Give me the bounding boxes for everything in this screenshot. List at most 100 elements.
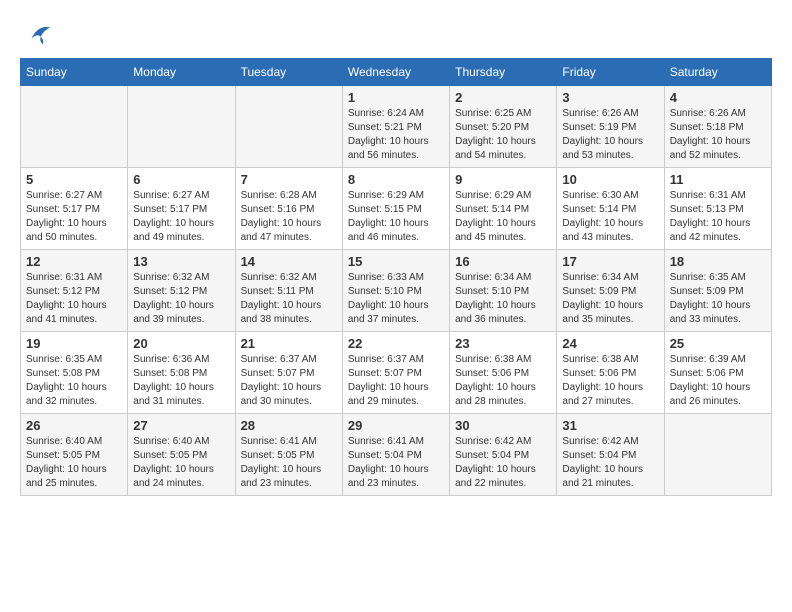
day-info: Sunrise: 6:24 AM Sunset: 5:21 PM Dayligh… <box>348 107 444 163</box>
calendar-cell: 17 Sunrise: 6:34 AM Sunset: 5:09 PM Dayli… <box>557 250 664 332</box>
day-info: Sunrise: 6:26 AM Sunset: 5:19 PM Dayligh… <box>562 107 658 163</box>
day-info: Sunrise: 6:38 AM Sunset: 5:06 PM Dayligh… <box>562 353 658 409</box>
header-day-tuesday: Tuesday <box>235 59 342 86</box>
calendar-cell: 3 Sunrise: 6:26 AM Sunset: 5:19 PM Daylig… <box>557 86 664 168</box>
day-number: 16 <box>455 254 551 269</box>
day-info: Sunrise: 6:40 AM Sunset: 5:05 PM Dayligh… <box>133 435 229 491</box>
calendar-week-row: 5 Sunrise: 6:27 AM Sunset: 5:17 PM Daylig… <box>21 168 772 250</box>
calendar-table: SundayMondayTuesdayWednesdayThursdayFrid… <box>20 58 772 496</box>
day-info: Sunrise: 6:41 AM Sunset: 5:04 PM Dayligh… <box>348 435 444 491</box>
day-info: Sunrise: 6:34 AM Sunset: 5:10 PM Dayligh… <box>455 271 551 327</box>
calendar-cell <box>128 86 235 168</box>
day-info: Sunrise: 6:29 AM Sunset: 5:14 PM Dayligh… <box>455 189 551 245</box>
day-number: 4 <box>670 90 766 105</box>
day-number: 15 <box>348 254 444 269</box>
day-number: 28 <box>241 418 337 433</box>
calendar-cell: 26 Sunrise: 6:40 AM Sunset: 5:05 PM Dayli… <box>21 414 128 496</box>
calendar-cell: 24 Sunrise: 6:38 AM Sunset: 5:06 PM Dayli… <box>557 332 664 414</box>
day-number: 7 <box>241 172 337 187</box>
day-info: Sunrise: 6:41 AM Sunset: 5:05 PM Dayligh… <box>241 435 337 491</box>
day-info: Sunrise: 6:40 AM Sunset: 5:05 PM Dayligh… <box>26 435 122 491</box>
day-info: Sunrise: 6:34 AM Sunset: 5:09 PM Dayligh… <box>562 271 658 327</box>
day-number: 1 <box>348 90 444 105</box>
header-day-sunday: Sunday <box>21 59 128 86</box>
calendar-header-row: SundayMondayTuesdayWednesdayThursdayFrid… <box>21 59 772 86</box>
header-day-monday: Monday <box>128 59 235 86</box>
calendar-week-row: 12 Sunrise: 6:31 AM Sunset: 5:12 PM Dayli… <box>21 250 772 332</box>
day-number: 8 <box>348 172 444 187</box>
calendar-cell: 11 Sunrise: 6:31 AM Sunset: 5:13 PM Dayli… <box>664 168 771 250</box>
day-info: Sunrise: 6:35 AM Sunset: 5:08 PM Dayligh… <box>26 353 122 409</box>
calendar-week-row: 26 Sunrise: 6:40 AM Sunset: 5:05 PM Dayli… <box>21 414 772 496</box>
calendar-cell: 13 Sunrise: 6:32 AM Sunset: 5:12 PM Dayli… <box>128 250 235 332</box>
day-number: 21 <box>241 336 337 351</box>
calendar-cell: 9 Sunrise: 6:29 AM Sunset: 5:14 PM Daylig… <box>450 168 557 250</box>
day-info: Sunrise: 6:38 AM Sunset: 5:06 PM Dayligh… <box>455 353 551 409</box>
calendar-week-row: 19Sunrise: 6:35 AM Sunset: 5:08 PM Dayli… <box>21 332 772 414</box>
calendar-cell: 16 Sunrise: 6:34 AM Sunset: 5:10 PM Dayli… <box>450 250 557 332</box>
calendar-cell <box>235 86 342 168</box>
calendar-cell: 6 Sunrise: 6:27 AM Sunset: 5:17 PM Daylig… <box>128 168 235 250</box>
calendar-cell: 30Sunrise: 6:42 AM Sunset: 5:04 PM Dayli… <box>450 414 557 496</box>
page-header <box>20 20 772 48</box>
calendar-cell: 21 Sunrise: 6:37 AM Sunset: 5:07 PM Dayli… <box>235 332 342 414</box>
day-info: Sunrise: 6:37 AM Sunset: 5:07 PM Dayligh… <box>241 353 337 409</box>
day-info: Sunrise: 6:31 AM Sunset: 5:12 PM Dayligh… <box>26 271 122 327</box>
day-info: Sunrise: 6:39 AM Sunset: 5:06 PM Dayligh… <box>670 353 766 409</box>
calendar-cell: 1 Sunrise: 6:24 AM Sunset: 5:21 PM Daylig… <box>342 86 449 168</box>
day-number: 18 <box>670 254 766 269</box>
header-day-thursday: Thursday <box>450 59 557 86</box>
day-info: Sunrise: 6:26 AM Sunset: 5:18 PM Dayligh… <box>670 107 766 163</box>
calendar-cell: 19Sunrise: 6:35 AM Sunset: 5:08 PM Dayli… <box>21 332 128 414</box>
calendar-cell: 31Sunrise: 6:42 AM Sunset: 5:04 PM Dayli… <box>557 414 664 496</box>
day-number: 9 <box>455 172 551 187</box>
calendar-cell: 15 Sunrise: 6:33 AM Sunset: 5:10 PM Dayli… <box>342 250 449 332</box>
day-info: Sunrise: 6:29 AM Sunset: 5:15 PM Dayligh… <box>348 189 444 245</box>
header-day-wednesday: Wednesday <box>342 59 449 86</box>
calendar-cell: 2Sunrise: 6:25 AM Sunset: 5:20 PM Daylig… <box>450 86 557 168</box>
day-info: Sunrise: 6:27 AM Sunset: 5:17 PM Dayligh… <box>133 189 229 245</box>
calendar-cell: 23 Sunrise: 6:38 AM Sunset: 5:06 PM Dayli… <box>450 332 557 414</box>
calendar-cell: 8 Sunrise: 6:29 AM Sunset: 5:15 PM Daylig… <box>342 168 449 250</box>
day-number: 2 <box>455 90 551 105</box>
calendar-cell: 5Sunrise: 6:27 AM Sunset: 5:17 PM Daylig… <box>21 168 128 250</box>
day-number: 17 <box>562 254 658 269</box>
calendar-cell: 12 Sunrise: 6:31 AM Sunset: 5:12 PM Dayli… <box>21 250 128 332</box>
day-info: Sunrise: 6:37 AM Sunset: 5:07 PM Dayligh… <box>348 353 444 409</box>
calendar-cell: 27 Sunrise: 6:40 AM Sunset: 5:05 PM Dayli… <box>128 414 235 496</box>
header-day-friday: Friday <box>557 59 664 86</box>
day-number: 14 <box>241 254 337 269</box>
logo <box>20 20 52 48</box>
day-info: Sunrise: 6:32 AM Sunset: 5:11 PM Dayligh… <box>241 271 337 327</box>
day-number: 12 <box>26 254 122 269</box>
day-number: 11 <box>670 172 766 187</box>
calendar-cell: 10 Sunrise: 6:30 AM Sunset: 5:14 PM Dayli… <box>557 168 664 250</box>
day-number: 26 <box>26 418 122 433</box>
calendar-cell: 14 Sunrise: 6:32 AM Sunset: 5:11 PM Dayli… <box>235 250 342 332</box>
logo-bird-icon <box>24 20 52 48</box>
day-number: 6 <box>133 172 229 187</box>
day-info: Sunrise: 6:42 AM Sunset: 5:04 PM Dayligh… <box>562 435 658 491</box>
day-number: 13 <box>133 254 229 269</box>
day-number: 3 <box>562 90 658 105</box>
header-day-saturday: Saturday <box>664 59 771 86</box>
day-number: 29 <box>348 418 444 433</box>
day-number: 25 <box>670 336 766 351</box>
day-info: Sunrise: 6:36 AM Sunset: 5:08 PM Dayligh… <box>133 353 229 409</box>
calendar-cell: 18Sunrise: 6:35 AM Sunset: 5:09 PM Dayli… <box>664 250 771 332</box>
day-info: Sunrise: 6:30 AM Sunset: 5:14 PM Dayligh… <box>562 189 658 245</box>
day-number: 23 <box>455 336 551 351</box>
calendar-cell <box>21 86 128 168</box>
day-number: 27 <box>133 418 229 433</box>
calendar-cell <box>664 414 771 496</box>
day-info: Sunrise: 6:32 AM Sunset: 5:12 PM Dayligh… <box>133 271 229 327</box>
day-number: 24 <box>562 336 658 351</box>
day-number: 5 <box>26 172 122 187</box>
calendar-cell: 7Sunrise: 6:28 AM Sunset: 5:16 PM Daylig… <box>235 168 342 250</box>
calendar-cell: 20Sunrise: 6:36 AM Sunset: 5:08 PM Dayli… <box>128 332 235 414</box>
calendar-cell: 29 Sunrise: 6:41 AM Sunset: 5:04 PM Dayli… <box>342 414 449 496</box>
day-info: Sunrise: 6:33 AM Sunset: 5:10 PM Dayligh… <box>348 271 444 327</box>
day-number: 22 <box>348 336 444 351</box>
day-number: 10 <box>562 172 658 187</box>
day-info: Sunrise: 6:31 AM Sunset: 5:13 PM Dayligh… <box>670 189 766 245</box>
